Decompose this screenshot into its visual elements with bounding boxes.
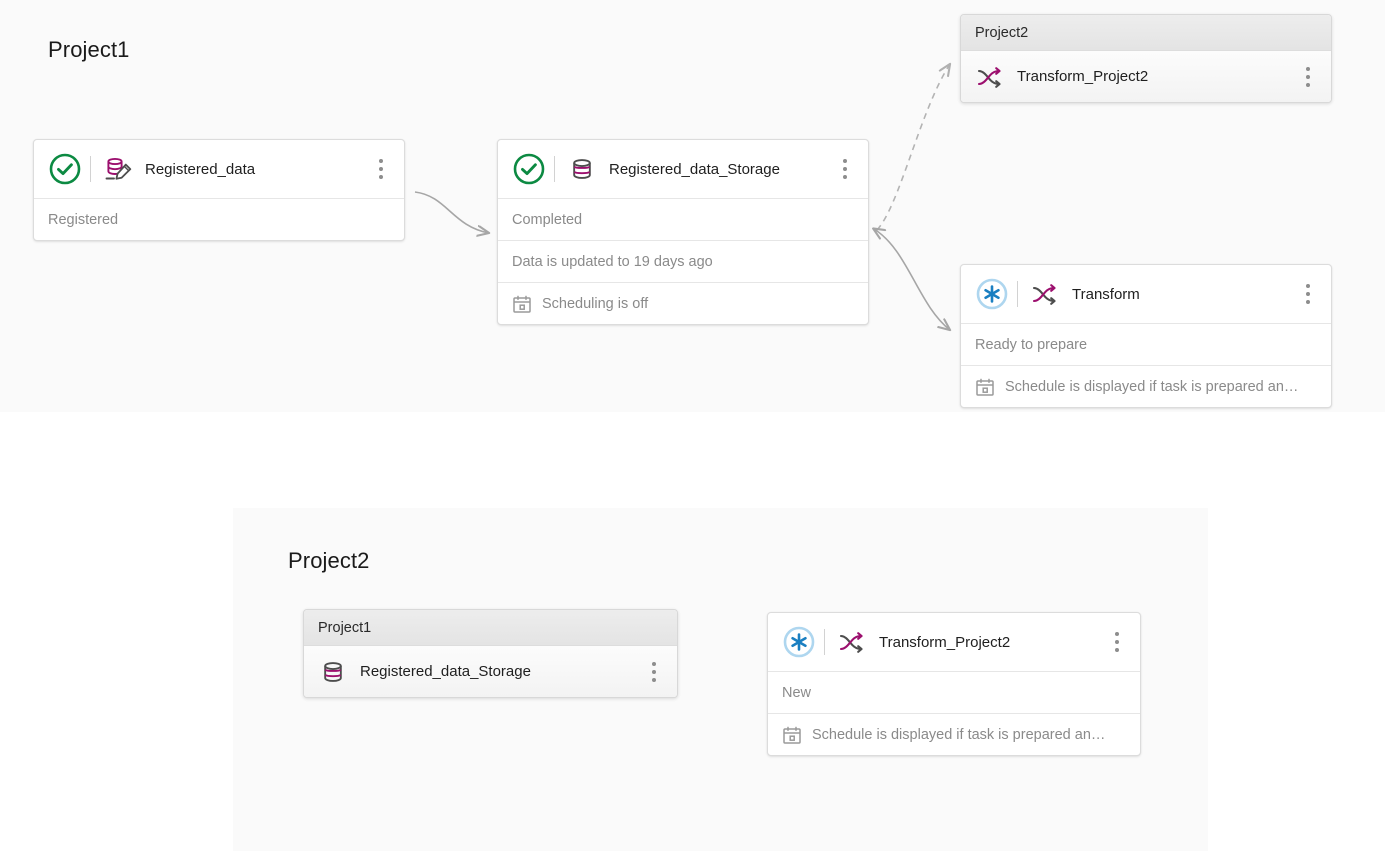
card-header: Registered_data [34, 140, 404, 198]
transform-shuffle-icon [837, 627, 867, 657]
workflow-canvas: Project1 [0, 0, 1385, 851]
kebab-menu-icon[interactable] [1297, 62, 1319, 92]
kebab-menu-icon[interactable] [1106, 627, 1128, 657]
card-status-text: Ready to prepare [975, 337, 1087, 353]
card-status-row: Ready to prepare [961, 323, 1331, 365]
card-status-text: Completed [512, 212, 582, 228]
card-updated-text: Data is updated to 19 days ago [512, 254, 713, 270]
card-title: Registered_data [145, 161, 370, 178]
group-card-project2[interactable]: Project2 Transform_Project2 [960, 14, 1332, 103]
kebab-menu-icon[interactable] [643, 657, 665, 687]
card-status-row: Registered [34, 198, 404, 240]
kebab-menu-icon[interactable] [1297, 279, 1319, 309]
group-card-project1[interactable]: Project1 Registered_data_Storage [303, 609, 678, 698]
transform-shuffle-icon [1030, 279, 1060, 309]
divider [1017, 281, 1018, 307]
group-card-item-title: Transform_Project2 [1017, 68, 1297, 85]
card-schedule-row: Scheduling is off [498, 282, 868, 324]
group-card-title: Project2 [961, 15, 1331, 51]
card-header: Registered_data_Storage [498, 140, 868, 198]
asterisk-circle-icon [975, 277, 1009, 311]
card-transform[interactable]: Transform Ready to prepare Schedule is d… [960, 264, 1332, 408]
group-card-item[interactable]: Transform_Project2 [961, 51, 1331, 102]
card-schedule-text: Schedule is displayed if task is prepare… [1005, 379, 1298, 395]
calendar-icon [782, 725, 802, 745]
kebab-menu-icon[interactable] [834, 154, 856, 184]
divider [824, 629, 825, 655]
card-header: Transform [961, 265, 1331, 323]
card-registered-data-storage[interactable]: Registered_data_Storage Completed Data i… [497, 139, 869, 325]
card-title: Transform [1072, 286, 1297, 303]
group-card-item-title: Registered_data_Storage [360, 663, 643, 680]
divider [554, 156, 555, 182]
calendar-icon [512, 294, 532, 314]
check-circle-icon [512, 152, 546, 186]
group-card-title: Project1 [304, 610, 677, 646]
card-schedule-text: Scheduling is off [542, 296, 648, 312]
database-edit-icon [103, 154, 133, 184]
card-transform-project2[interactable]: Transform_Project2 New Schedule is displ… [767, 612, 1141, 756]
check-circle-icon [48, 152, 82, 186]
card-schedule-row: Schedule is displayed if task is prepare… [961, 365, 1331, 407]
transform-shuffle-icon [975, 62, 1005, 92]
panel-project2-title: Project2 [288, 548, 370, 574]
card-status-row: New [768, 671, 1140, 713]
card-schedule-text: Schedule is displayed if task is prepare… [812, 727, 1105, 743]
asterisk-circle-icon [782, 625, 816, 659]
card-title: Transform_Project2 [879, 634, 1106, 651]
group-card-item[interactable]: Registered_data_Storage [304, 646, 677, 697]
calendar-icon [975, 377, 995, 397]
kebab-menu-icon[interactable] [370, 154, 392, 184]
database-icon [318, 657, 348, 687]
card-schedule-row: Schedule is displayed if task is prepare… [768, 713, 1140, 755]
panel-project1-title: Project1 [48, 37, 130, 63]
card-status-row: Completed [498, 198, 868, 240]
card-title: Registered_data_Storage [609, 161, 834, 178]
card-updated-row: Data is updated to 19 days ago [498, 240, 868, 282]
card-status-text: Registered [48, 212, 118, 228]
divider [90, 156, 91, 182]
card-header: Transform_Project2 [768, 613, 1140, 671]
card-registered-data[interactable]: Registered_data Registered [33, 139, 405, 241]
database-icon [567, 154, 597, 184]
card-status-text: New [782, 685, 811, 701]
